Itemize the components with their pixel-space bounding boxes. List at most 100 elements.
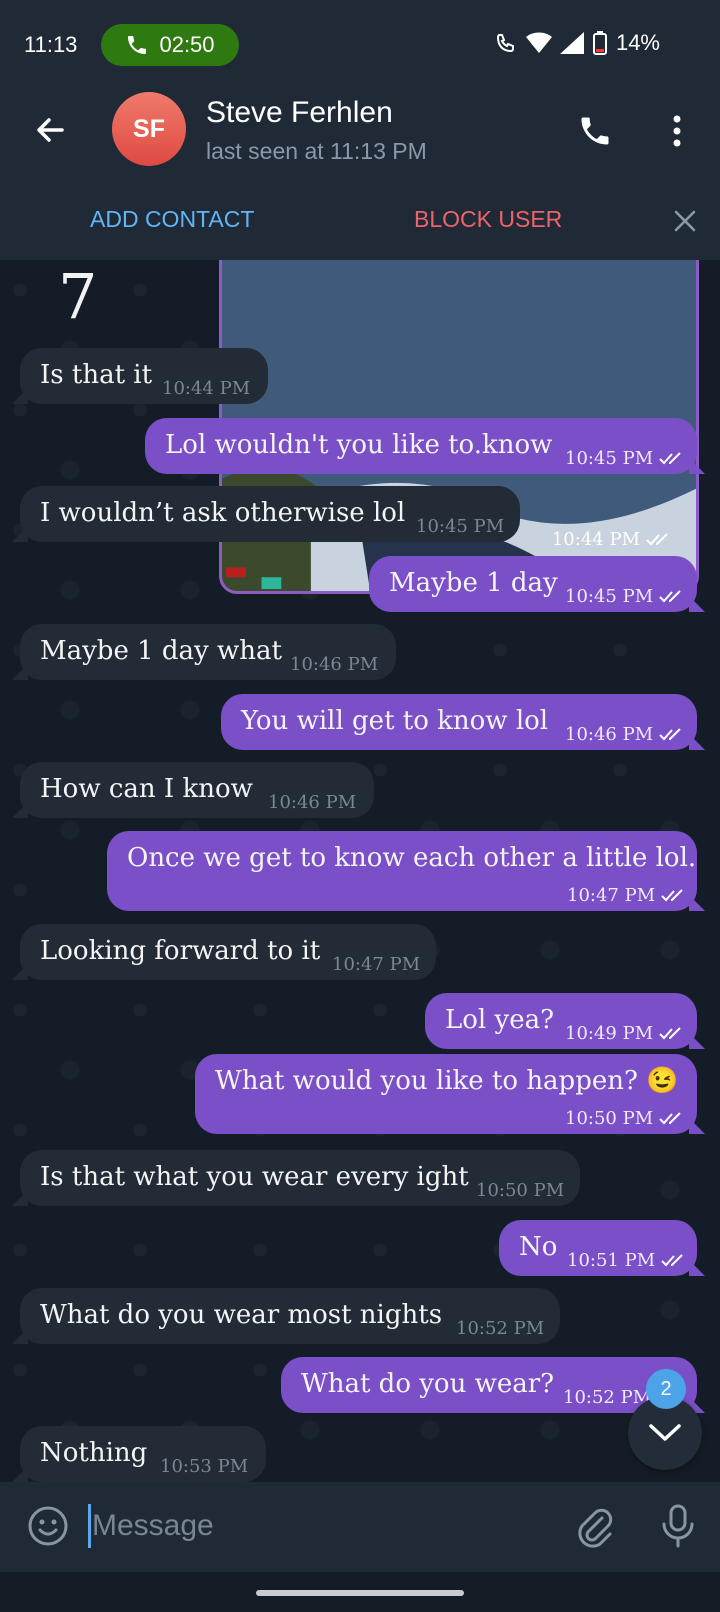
bubble-tail xyxy=(12,664,28,680)
last-seen-status: last seen at 11:13 PM xyxy=(206,138,427,164)
chevron-down-icon xyxy=(649,1424,681,1441)
message-text: Lol wouldn't you like to.know xyxy=(165,430,553,460)
bubble-tail xyxy=(689,596,705,612)
back-arrow-icon xyxy=(37,118,64,142)
outgoing-message[interactable]: What do you wear? 10:52 PM xyxy=(281,1357,705,1413)
contact-action-bar: ADD CONTACT BLOCK USER xyxy=(0,180,720,260)
incoming-message[interactable]: How can I know 10:46 PM xyxy=(12,762,374,820)
message-time-text: 10:47 PM xyxy=(332,954,421,975)
back-button[interactable] xyxy=(28,108,72,152)
outgoing-message[interactable]: Lol yea? 10:49 PM xyxy=(425,993,705,1051)
bubble-tail xyxy=(12,526,28,542)
message-text: Maybe 1 day what xyxy=(40,636,282,666)
avatar[interactable]: SF xyxy=(112,92,186,166)
chat-header: SF Steve Ferhlen last seen at 11:13 PM A… xyxy=(0,88,720,260)
message-time-text: 10:45 PM xyxy=(565,586,654,607)
message-text: What do you wear? xyxy=(301,1369,555,1399)
message-text: Lol yea? xyxy=(445,1005,555,1035)
message-time-text: 10:45 PM xyxy=(416,516,505,537)
double-check-icon xyxy=(659,728,681,741)
close-action-bar-button[interactable] xyxy=(670,206,700,236)
contact-name[interactable]: Steve Ferhlen xyxy=(206,96,393,130)
bubble-tail xyxy=(689,1260,705,1276)
system-nav-bar xyxy=(0,1572,720,1612)
voice-call-button[interactable] xyxy=(572,108,618,154)
more-options-button[interactable] xyxy=(660,108,694,154)
double-check-icon xyxy=(661,1254,683,1267)
status-bar: 11:13 02:50 14% xyxy=(0,0,720,88)
message-time: 10:44 PM xyxy=(162,372,250,406)
incoming-message[interactable]: Is that it 10:44 PM xyxy=(12,348,268,406)
message-time-text: 10:46 PM xyxy=(268,792,357,813)
message-time-text: 10:47 PM xyxy=(567,885,656,906)
status-icons: 14% xyxy=(494,30,660,56)
message-text: I wouldn’t ask otherwise lol xyxy=(40,498,406,528)
outgoing-message[interactable]: You will get to know lol 10:46 PM xyxy=(221,694,705,752)
message-time: 10:50 PM xyxy=(476,1174,564,1208)
message-composer xyxy=(0,1482,720,1572)
message-text: What would you like to happen? 😉 xyxy=(215,1066,679,1096)
message-time-text: 10:52 PM xyxy=(456,1318,545,1339)
bubble-tail xyxy=(12,388,28,404)
message-time-text: 10:45 PM xyxy=(565,448,654,469)
outgoing-message[interactable]: What would you like to happen? 😉 10:50 PM xyxy=(195,1054,705,1136)
message-time: 10:46 PM xyxy=(565,718,687,752)
bubble-tail xyxy=(689,734,705,750)
incoming-message[interactable]: Nothing 10:53 PM xyxy=(12,1426,266,1482)
message-text: No xyxy=(519,1232,558,1262)
message-time-text: 10:50 PM xyxy=(476,1180,565,1201)
incoming-message[interactable]: Maybe 1 day what 10:46 PM xyxy=(12,624,396,682)
double-check-icon xyxy=(659,1112,681,1125)
incoming-message[interactable]: What do you wear most nights 10:52 PM xyxy=(12,1288,560,1346)
bubble-tail xyxy=(12,1328,28,1344)
message-text: Is that it xyxy=(40,360,153,390)
message-list[interactable]: 7 10:44 PM Is that it 10:44 PM Lol wouldn'… xyxy=(0,260,720,1482)
message-text: What do you wear most nights xyxy=(40,1300,443,1330)
more-vert-icon xyxy=(673,115,681,147)
message-time: 10:46 PM xyxy=(268,786,356,820)
outgoing-message[interactable]: No 10:51 PM xyxy=(499,1220,705,1276)
ongoing-call-pill[interactable]: 02:50 xyxy=(101,24,239,66)
message-time: 10:47 PM xyxy=(567,879,689,913)
bubble-tail xyxy=(689,895,705,911)
message-time: 10:49 PM xyxy=(565,1017,687,1051)
bubble-tail xyxy=(689,1118,705,1134)
home-gesture-handle[interactable] xyxy=(256,1590,464,1596)
phone-icon xyxy=(581,117,609,145)
message-time: 10:50 PM xyxy=(565,1102,687,1136)
double-check-icon xyxy=(646,532,668,545)
double-check-icon xyxy=(659,1027,681,1040)
outgoing-message[interactable]: Maybe 1 day 10:45 PM xyxy=(369,556,705,612)
emoji-icon[interactable] xyxy=(26,1504,70,1548)
outgoing-message[interactable]: Once we get to know each other a little … xyxy=(107,831,705,913)
double-check-icon xyxy=(659,452,681,465)
attach-icon[interactable] xyxy=(572,1504,616,1548)
unread-count-badge: 2 xyxy=(646,1369,686,1409)
status-time: 11:13 xyxy=(24,32,78,57)
message-time: 10:46 PM xyxy=(290,648,378,682)
phone-icon xyxy=(128,36,147,54)
block-user-button[interactable]: BLOCK USER xyxy=(414,206,562,233)
incoming-message[interactable]: I wouldn’t ask otherwise lol 10:45 PM xyxy=(12,486,520,542)
outgoing-message[interactable]: Lol wouldn't you like to.know 10:45 PM xyxy=(145,418,705,474)
incoming-message[interactable]: Is that what you wear every ight 10:50 PM xyxy=(12,1150,580,1208)
bubble-tail xyxy=(689,1033,705,1049)
message-text: You will get to know lol xyxy=(241,706,549,736)
message-text: Looking forward to it xyxy=(40,936,321,966)
message-time-text: 10:46 PM xyxy=(290,654,379,675)
text-cursor xyxy=(88,1504,91,1548)
incoming-message[interactable]: Looking forward to it 10:47 PM xyxy=(12,924,436,980)
bubble-tail xyxy=(12,1190,28,1206)
bubble-tail xyxy=(12,1466,28,1482)
message-time: 10:52 PM xyxy=(456,1312,544,1346)
mic-icon[interactable] xyxy=(656,1502,700,1550)
message-input[interactable] xyxy=(92,1500,552,1552)
add-contact-button[interactable]: ADD CONTACT xyxy=(90,206,254,233)
message-text: Is that what you wear every ight xyxy=(40,1162,469,1192)
bubble-tail xyxy=(12,802,28,818)
call-timer: 02:50 xyxy=(159,32,215,57)
message-time-text: 10:44 PM xyxy=(162,378,251,399)
message-time-text: 10:50 PM xyxy=(565,1108,654,1129)
message-time-text: 10:46 PM xyxy=(565,724,654,745)
message-time-text: 10:53 PM xyxy=(160,1456,249,1477)
